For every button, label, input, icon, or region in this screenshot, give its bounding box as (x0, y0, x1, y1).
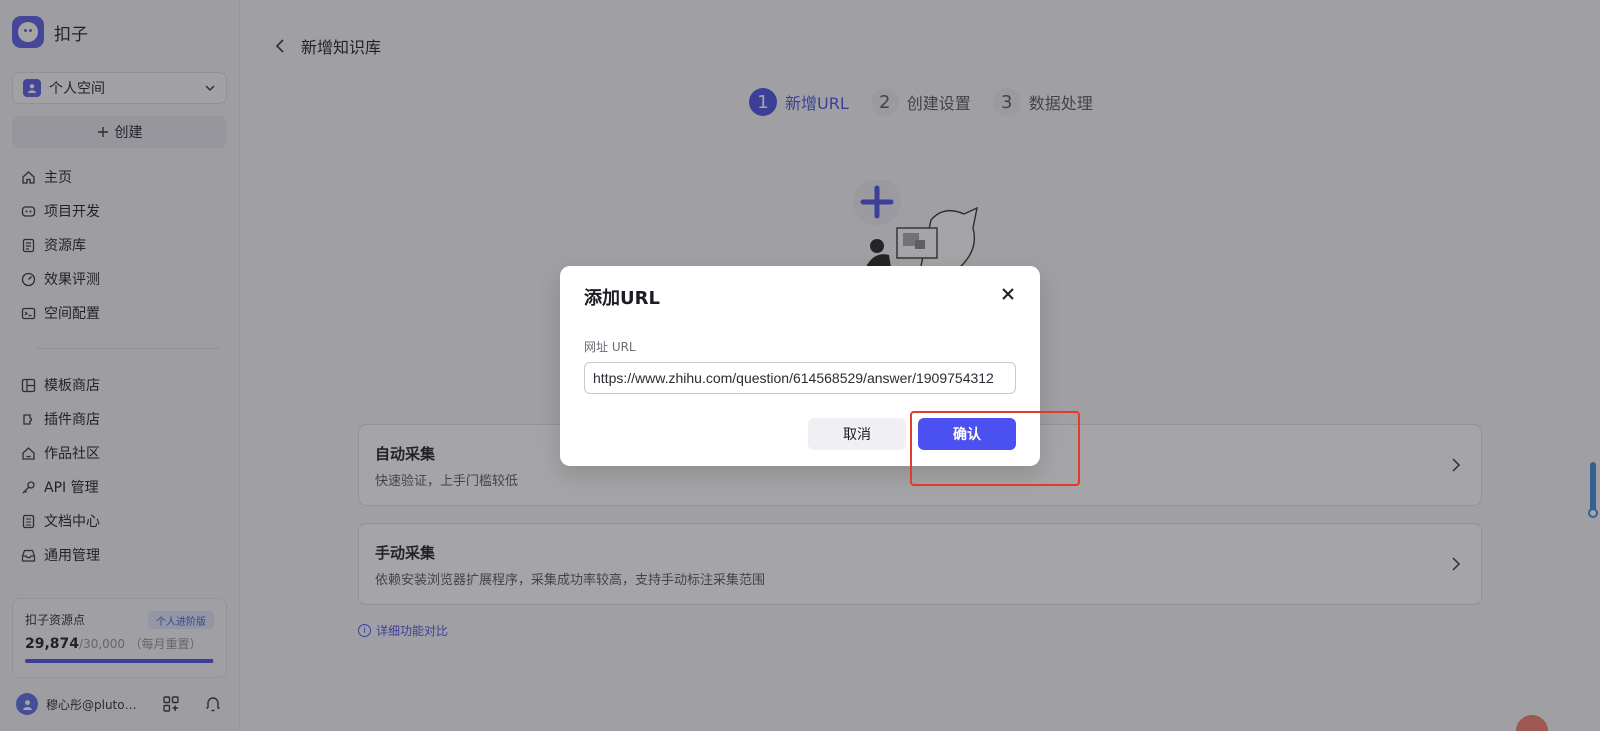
dialog-title: 添加URL (584, 288, 660, 309)
close-icon[interactable] (1000, 286, 1016, 302)
annotation-highlight-box (910, 411, 1080, 486)
cancel-button[interactable]: 取消 (808, 418, 906, 450)
url-input[interactable] (584, 362, 1016, 394)
url-field-label: 网址 URL (584, 340, 636, 354)
